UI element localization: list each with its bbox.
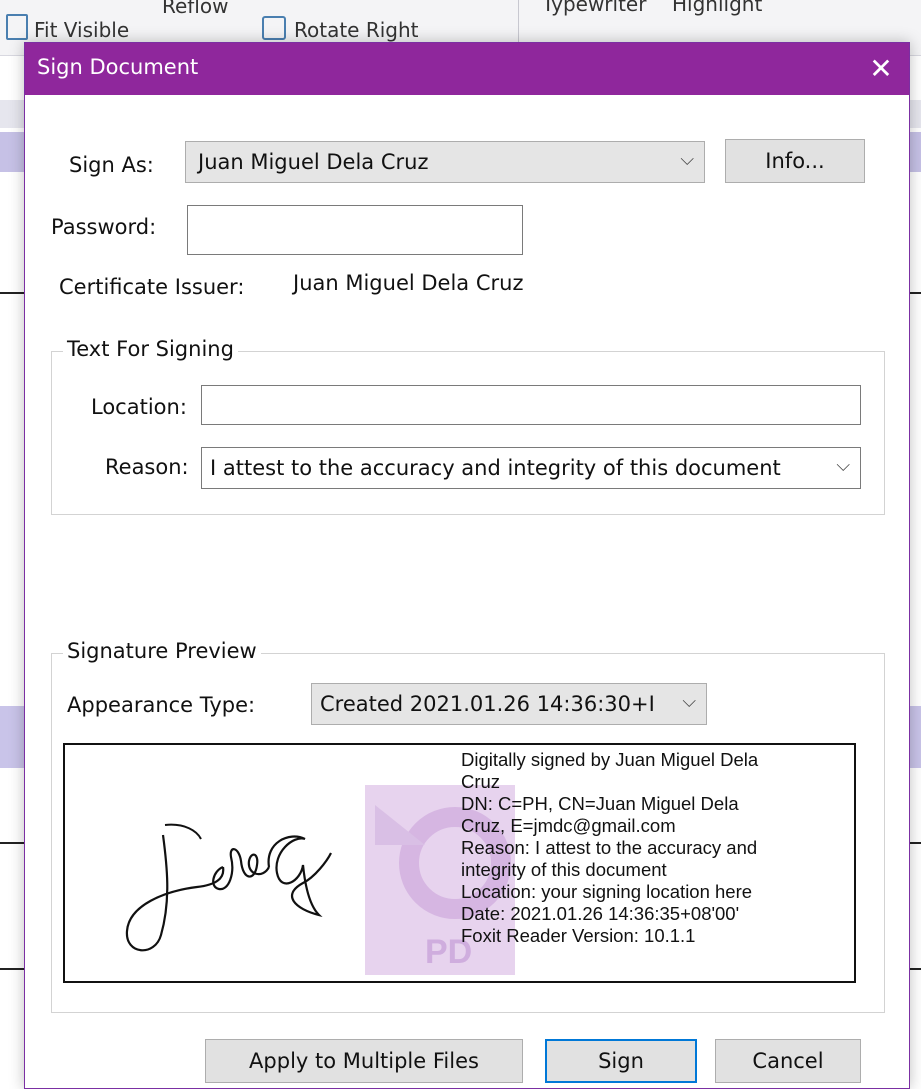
rotate-right-button[interactable]: Rotate Right	[294, 18, 419, 42]
text-for-signing-title: Text For Signing	[63, 337, 238, 361]
signature-details: Digitally signed by Juan Miguel Dela Cru…	[461, 749, 851, 947]
detail-line: Reason: I attest to the accuracy and	[461, 837, 758, 858]
detail-line: Cruz	[461, 771, 501, 792]
location-field[interactable]	[201, 385, 861, 425]
rotate-right-icon	[262, 16, 286, 40]
appearance-type-dropdown[interactable]: Created 2021.01.26 14:36:30+I ⌵	[311, 683, 707, 725]
detail-line: integrity of this document	[461, 859, 667, 880]
apply-to-multiple-files-button[interactable]: Apply to Multiple Files	[205, 1039, 523, 1083]
highlight-button[interactable]: Highlight	[672, 0, 762, 16]
detail-line: Foxit Reader Version: 10.1.1	[461, 925, 696, 946]
sign-as-dropdown[interactable]: Juan Miguel Dela Cruz ⌵	[185, 141, 705, 183]
reflow-button[interactable]: Reflow	[162, 0, 229, 18]
chevron-down-icon: ⌵	[678, 691, 696, 712]
fit-visible-button[interactable]: Fit Visible	[34, 18, 129, 42]
text-for-signing-group	[51, 351, 885, 515]
detail-line: Date: 2021.01.26 14:36:35+08'00'	[461, 903, 740, 924]
close-icon[interactable]: ✕	[861, 49, 901, 89]
password-label: Password:	[51, 215, 157, 239]
certificate-issuer-value: Juan Miguel Dela Cruz	[293, 271, 524, 295]
sign-button[interactable]: Sign	[545, 1039, 697, 1083]
reason-dropdown[interactable]: I attest to the accuracy and integrity o…	[201, 447, 861, 489]
signature-preview-box: PD Digitally signed by Juan Miguel Dela …	[63, 743, 856, 983]
location-label: Location:	[91, 395, 187, 419]
typewriter-button[interactable]: Typewriter	[542, 0, 646, 16]
chevron-down-icon: ⌵	[680, 149, 694, 170]
handwritten-signature	[125, 823, 332, 952]
fit-visible-icon	[6, 14, 28, 40]
cancel-button[interactable]: Cancel	[715, 1039, 861, 1083]
detail-line: Cruz, E=jmdc@gmail.com	[461, 815, 676, 836]
detail-line: DN: C=PH, CN=Juan Miguel Dela	[461, 793, 739, 814]
password-field[interactable]	[187, 205, 523, 255]
sign-as-label: Sign As:	[69, 153, 154, 177]
dialog-titlebar[interactable]: Sign Document ✕	[25, 43, 909, 95]
reason-value: I attest to the accuracy and integrity o…	[210, 456, 781, 480]
sign-document-dialog: Sign Document ✕ Sign As: Juan Miguel Del…	[24, 42, 910, 1089]
detail-line: Location: your signing location here	[461, 881, 753, 902]
reason-label: Reason:	[105, 455, 189, 479]
appearance-type-value: Created 2021.01.26 14:36:30+I	[320, 692, 655, 716]
chevron-down-icon: ⌵	[832, 455, 850, 476]
signature-preview-title: Signature Preview	[63, 639, 261, 663]
dialog-title: Sign Document	[37, 55, 199, 79]
certificate-issuer-label: Certificate Issuer:	[59, 275, 245, 299]
appearance-type-label: Appearance Type:	[67, 693, 256, 717]
sign-as-value: Juan Miguel Dela Cruz	[198, 150, 429, 174]
detail-line: Digitally signed by Juan Miguel Dela	[461, 749, 759, 770]
info-button[interactable]: Info...	[725, 139, 865, 183]
